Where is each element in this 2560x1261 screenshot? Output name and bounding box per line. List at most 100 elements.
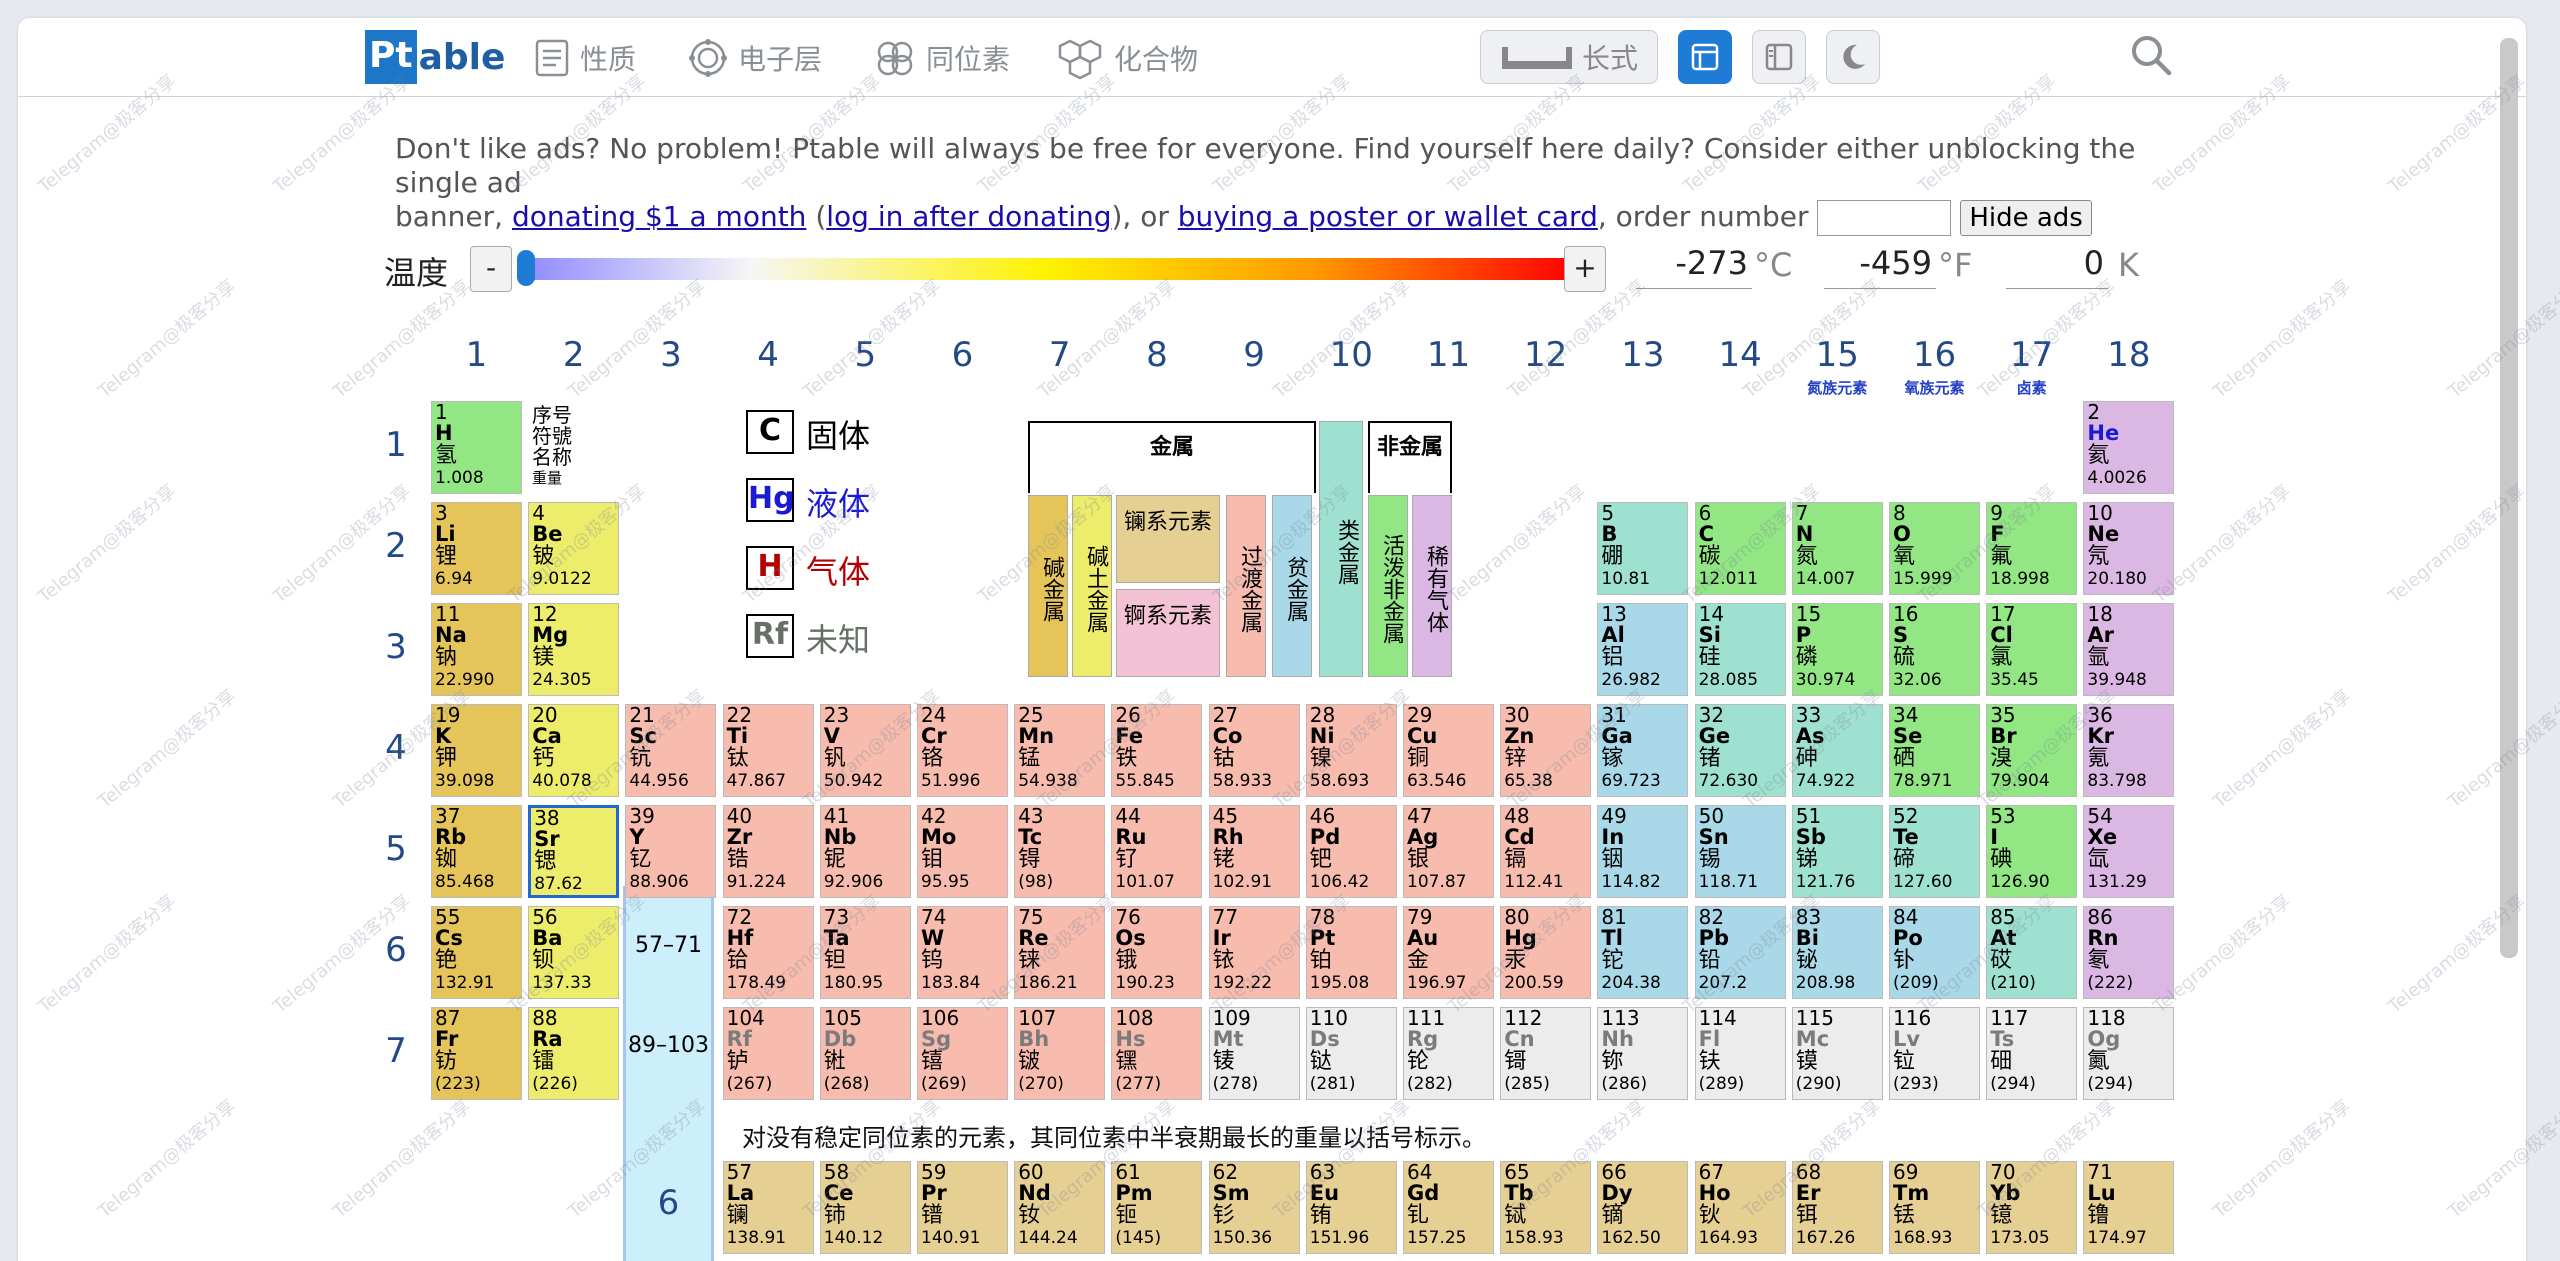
element-cell[interactable]: 29 Cu 铜 63.546 xyxy=(1403,704,1494,797)
element-cell[interactable]: 79 Au 金 196.97 xyxy=(1403,906,1494,999)
element-cell[interactable]: 8 O 氧 15.999 xyxy=(1889,502,1980,595)
element-cell[interactable]: 36 Kr 氪 83.798 xyxy=(2083,704,2175,797)
temperature-slider-handle[interactable] xyxy=(517,250,535,286)
element-cell[interactable]: 6 C 碳 12.011 xyxy=(1694,502,1786,595)
login-link[interactable]: log in after donating xyxy=(826,200,1111,233)
element-cell[interactable]: 112 Cn 鿔 (285) xyxy=(1500,1007,1592,1100)
nav-isotopes[interactable]: 同位素 xyxy=(874,36,1010,80)
group-number[interactable]: 3 xyxy=(622,335,719,375)
element-cell[interactable]: 9 F 氟 18.998 xyxy=(1986,502,2078,595)
element-cell[interactable]: 74 W 钨 183.84 xyxy=(917,906,1008,999)
view-sidebar-button[interactable] xyxy=(1752,30,1806,84)
element-cell[interactable]: 14 Si 硅 28.085 xyxy=(1694,603,1786,696)
element-cell[interactable]: 72 Hf 铪 178.49 xyxy=(722,906,814,999)
celsius-input[interactable]: -273 xyxy=(1636,244,1752,289)
element-cell[interactable]: 60 Nd 钕 144.24 xyxy=(1014,1161,1106,1254)
legend-poor-metals[interactable]: 贫金属 xyxy=(1272,495,1312,677)
element-cell[interactable]: 105 Db 𬭊 (268) xyxy=(819,1007,911,1100)
dark-mode-button[interactable] xyxy=(1826,30,1880,84)
period-number[interactable]: 7 xyxy=(381,1031,411,1071)
temp-increase-button[interactable]: + xyxy=(1564,246,1606,292)
group-number[interactable]: 9 xyxy=(1206,335,1303,375)
element-cell[interactable]: 28 Ni 镍 58.693 xyxy=(1305,704,1397,797)
group-number[interactable]: 14 xyxy=(1692,335,1789,375)
legend-alkali-metals[interactable]: 碱金属 xyxy=(1028,495,1068,677)
element-cell[interactable]: 108 Hs 𬭶 (277) xyxy=(1111,1007,1203,1100)
search-button[interactable] xyxy=(2128,32,2174,82)
period-number[interactable]: 1 xyxy=(381,425,411,465)
legend-reactive-nonmetals[interactable]: 活泼非金属 xyxy=(1368,495,1408,677)
element-cell[interactable]: 76 Os 锇 190.23 xyxy=(1111,906,1203,999)
legend-actinides[interactable]: 锕系元素 xyxy=(1116,589,1220,677)
temp-decrease-button[interactable]: - xyxy=(470,246,512,292)
legend-alkaline-earth[interactable]: 碱土金属 xyxy=(1072,495,1112,677)
element-cell[interactable]: 84 Po 钋 (209) xyxy=(1889,906,1980,999)
element-cell[interactable]: 85 At 砹 (210) xyxy=(1986,906,2078,999)
element-cell[interactable]: 21 Sc 钪 44.956 xyxy=(625,704,717,797)
element-cell[interactable]: 25 Mn 锰 54.938 xyxy=(1014,704,1106,797)
element-cell[interactable]: 64 Gd 钆 157.25 xyxy=(1403,1161,1494,1254)
element-cell[interactable]: 66 Dy 镝 162.50 xyxy=(1597,1161,1689,1254)
element-cell[interactable]: 53 I 碘 126.90 xyxy=(1986,805,2078,898)
element-cell[interactable]: 33 As 砷 74.922 xyxy=(1791,704,1883,797)
element-cell[interactable]: 57 La 镧 138.91 xyxy=(722,1161,814,1254)
group-number[interactable]: 15 xyxy=(1789,335,1886,375)
element-cell[interactable]: 38 Sr 锶 87.62 xyxy=(528,805,620,898)
element-cell[interactable]: 11 Na 钠 22.990 xyxy=(431,603,522,696)
element-cell[interactable]: 2 He 氦 4.0026 xyxy=(2083,401,2175,494)
element-cell[interactable]: 34 Se 硒 78.971 xyxy=(1889,704,1980,797)
element-cell[interactable]: 49 In 铟 114.82 xyxy=(1597,805,1689,898)
element-cell[interactable]: 58 Ce 铈 140.12 xyxy=(819,1161,911,1254)
element-cell[interactable]: 41 Nb 铌 92.906 xyxy=(819,805,911,898)
group-number[interactable]: 18 xyxy=(2080,335,2177,375)
element-cell[interactable]: 70 Yb 镱 173.05 xyxy=(1986,1161,2078,1254)
element-cell[interactable]: 16 S 硫 32.06 xyxy=(1889,603,1980,696)
element-cell[interactable]: 75 Re 铼 186.21 xyxy=(1014,906,1106,999)
element-cell[interactable]: 82 Pb 铅 207.2 xyxy=(1694,906,1786,999)
element-cell[interactable]: 118 Og 鿫 (294) xyxy=(2083,1007,2175,1100)
period-number[interactable]: 6 xyxy=(381,930,411,970)
view-table-button[interactable] xyxy=(1678,30,1732,84)
period-number[interactable]: 2 xyxy=(381,526,411,566)
element-cell[interactable]: 35 Br 溴 79.904 xyxy=(1986,704,2078,797)
element-cell[interactable]: 69 Tm 铥 168.93 xyxy=(1889,1161,1980,1254)
element-cell[interactable]: 17 Cl 氯 35.45 xyxy=(1986,603,2078,696)
element-cell[interactable]: 4 Be 铍 9.0122 xyxy=(528,502,620,595)
element-cell[interactable]: 50 Sn 锡 118.71 xyxy=(1694,805,1786,898)
element-cell[interactable]: 24 Cr 铬 51.996 xyxy=(917,704,1008,797)
element-cell[interactable]: 59 Pr 镨 140.91 xyxy=(917,1161,1008,1254)
group-number[interactable]: 7 xyxy=(1011,335,1108,375)
element-cell[interactable]: 45 Rh 铑 102.91 xyxy=(1208,805,1300,898)
element-cell[interactable]: 117 Ts 鿬 (294) xyxy=(1986,1007,2078,1100)
element-cell[interactable]: 48 Cd 镉 112.41 xyxy=(1500,805,1592,898)
element-cell[interactable]: 116 Lv 𫟷 (293) xyxy=(1889,1007,1980,1100)
period-number[interactable]: 5 xyxy=(381,829,411,869)
element-cell[interactable]: 65 Tb 铽 158.93 xyxy=(1500,1161,1592,1254)
element-cell[interactable]: 37 Rb 铷 85.468 xyxy=(431,805,522,898)
layout-long-button[interactable]: 长式 xyxy=(1480,30,1658,84)
poster-link[interactable]: buying a poster or wallet card xyxy=(1178,200,1598,233)
element-cell[interactable]: 22 Ti 钛 47.867 xyxy=(722,704,814,797)
element-cell[interactable]: 109 Mt 鿏 (278) xyxy=(1208,1007,1300,1100)
element-cell[interactable]: 31 Ga 镓 69.723 xyxy=(1597,704,1689,797)
hide-ads-button[interactable]: Hide ads xyxy=(1960,200,2092,236)
element-cell[interactable]: 78 Pt 铂 195.08 xyxy=(1305,906,1397,999)
element-cell[interactable]: 5 B 硼 10.81 xyxy=(1597,502,1689,595)
element-cell[interactable]: 40 Zr 锆 91.224 xyxy=(722,805,814,898)
element-cell[interactable]: 67 Ho 钬 164.93 xyxy=(1694,1161,1786,1254)
legend-transition-metals[interactable]: 过渡金属 xyxy=(1226,495,1266,677)
element-cell[interactable]: 62 Sm 钐 150.36 xyxy=(1208,1161,1300,1254)
group-number[interactable]: 17 xyxy=(1983,335,2080,375)
element-cell[interactable]: 107 Bh 𬭛 (270) xyxy=(1014,1007,1106,1100)
element-cell[interactable]: 12 Mg 镁 24.305 xyxy=(528,603,620,696)
element-cell[interactable]: 83 Bi 铋 208.98 xyxy=(1791,906,1883,999)
nav-compounds[interactable]: 化合物 xyxy=(1058,36,1198,80)
element-cell[interactable]: 114 Fl 𫓧 (289) xyxy=(1694,1007,1786,1100)
element-cell[interactable]: 39 Y 钇 88.906 xyxy=(625,805,717,898)
element-cell[interactable]: 15 P 磷 30.974 xyxy=(1791,603,1883,696)
element-cell[interactable]: 23 V 钒 50.942 xyxy=(819,704,911,797)
element-cell[interactable]: 56 Ba 钡 137.33 xyxy=(528,906,620,999)
element-cell[interactable]: 88 Ra 镭 (226) xyxy=(528,1007,620,1100)
element-cell[interactable]: 104 Rf 𬬻 (267) xyxy=(722,1007,814,1100)
group-number[interactable]: 13 xyxy=(1594,335,1691,375)
